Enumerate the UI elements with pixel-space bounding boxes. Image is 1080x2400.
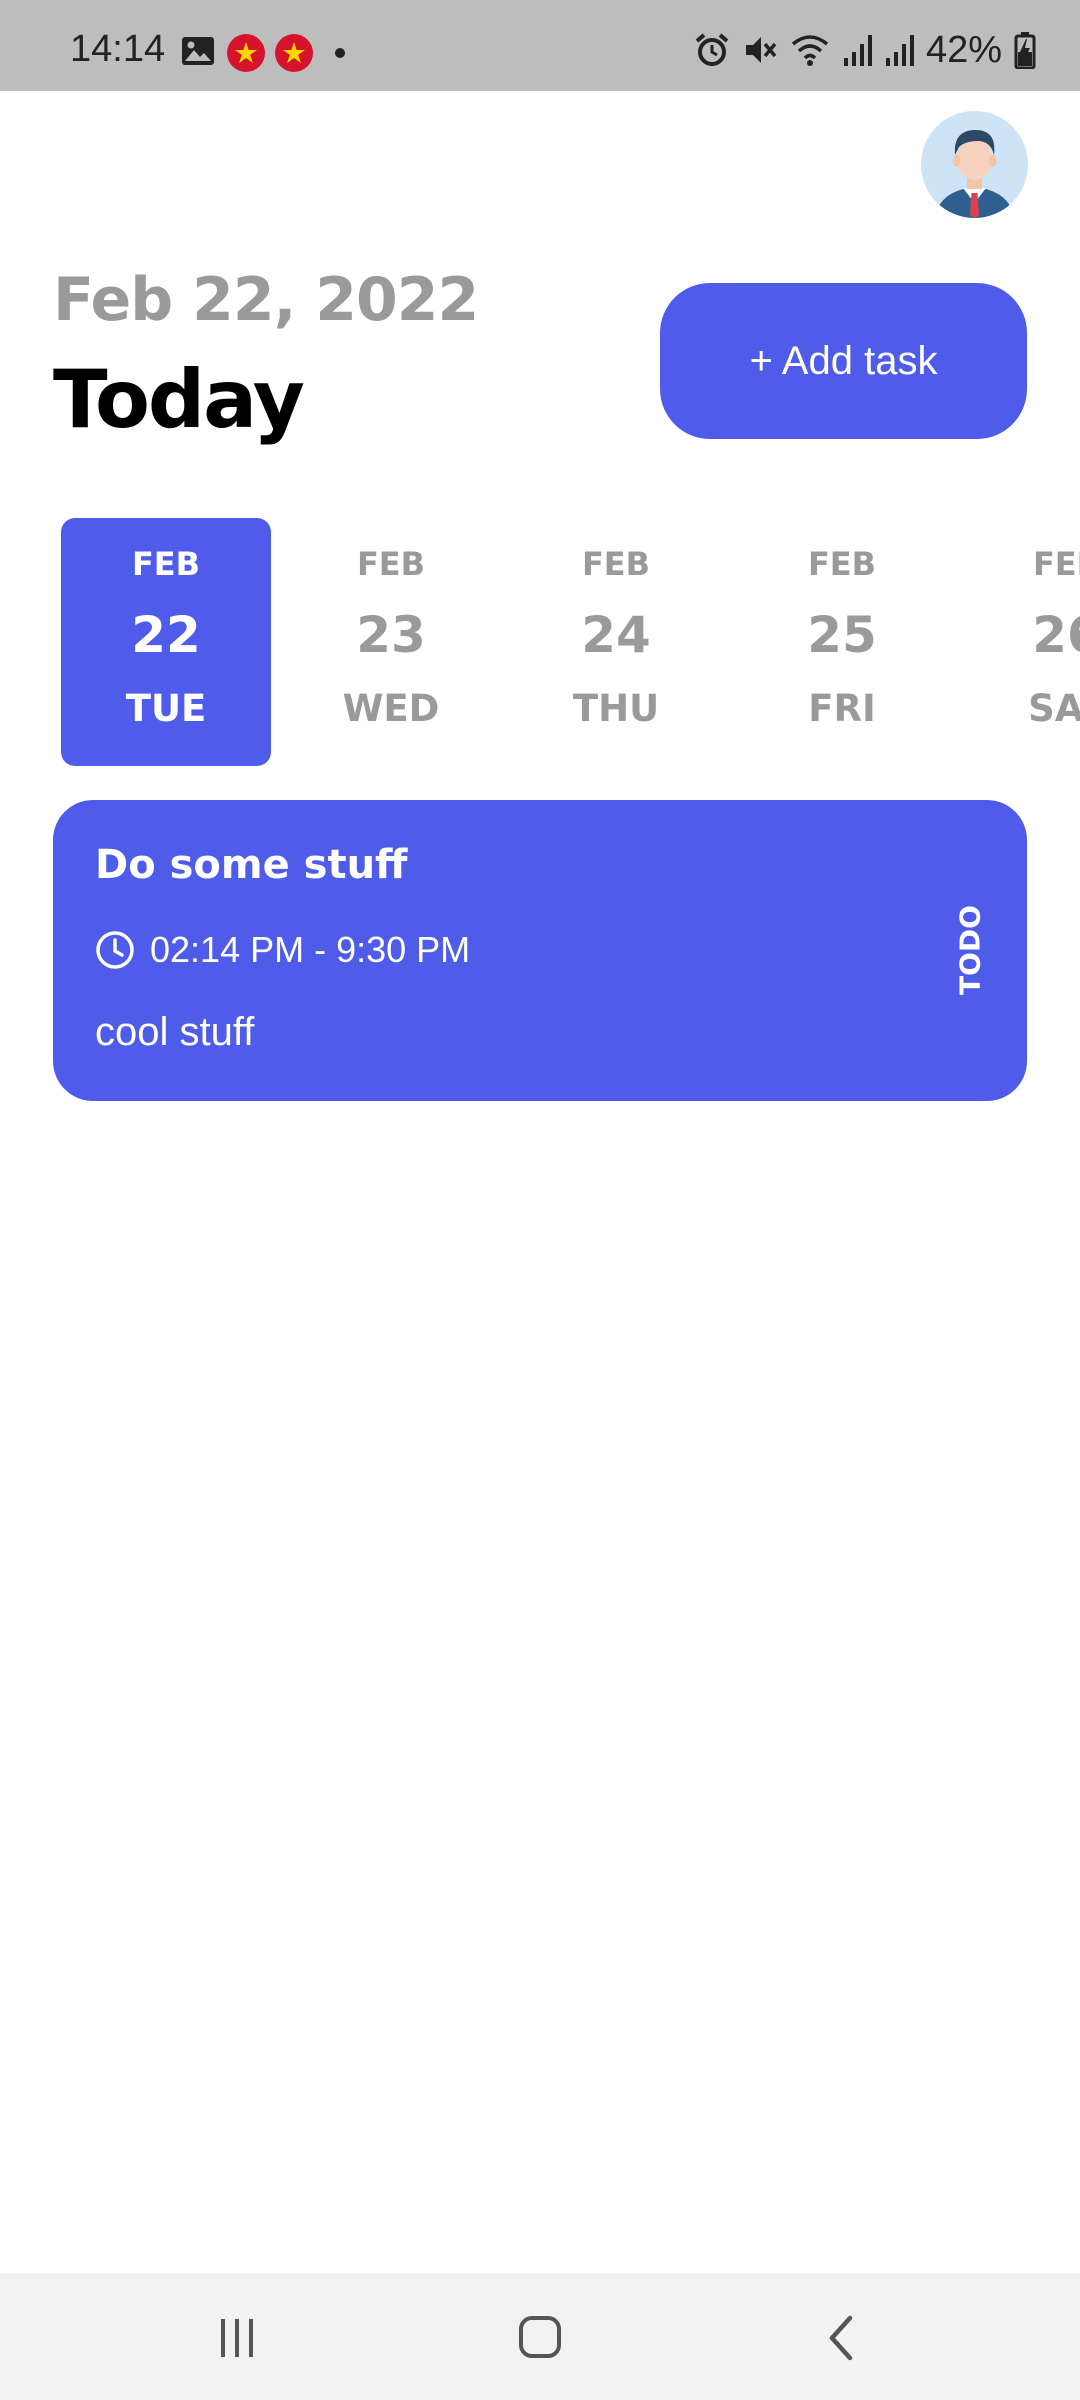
signal-icon: [885, 35, 914, 66]
date-month: FEB: [581, 545, 651, 583]
date-picker[interactable]: FEB 22 TUE FEB 23 WED FEB 24 THU FEB 25 …: [0, 518, 1080, 766]
date-item[interactable]: FEB 25 FRI: [737, 518, 947, 766]
user-avatar-icon: [921, 111, 1028, 218]
task-card[interactable]: Do some stuff 02:14 PM - 9:30 PM cool st…: [53, 800, 1027, 1101]
date-item[interactable]: FEB 23 WED: [286, 518, 496, 766]
date-month: FEB: [131, 545, 201, 583]
wifi-icon: [791, 35, 829, 66]
date-month: FEB: [1032, 545, 1080, 583]
task-status-label: TODO: [953, 905, 987, 995]
notification-dot: [335, 48, 345, 58]
date-day: 23: [356, 606, 426, 664]
status-bar: 14:14 42%: [0, 0, 1080, 91]
status-icons: 42%: [694, 30, 1036, 70]
flag-vietnam-icon: [227, 34, 265, 72]
task-note: cool stuff: [95, 1010, 255, 1054]
date-weekday: FRI: [808, 687, 876, 730]
battery-percentage: 42%: [925, 29, 1002, 71]
home-icon[interactable]: [510, 2311, 570, 2365]
alarm-icon: [695, 33, 729, 66]
add-task-button[interactable]: + Add task: [660, 283, 1027, 439]
date-day: 25: [807, 606, 877, 664]
date-weekday: SAT: [1028, 687, 1080, 730]
clock-icon: [96, 931, 134, 969]
date-weekday: THU: [572, 687, 660, 730]
system-nav-bar: [0, 2273, 1080, 2400]
page-title: Today: [53, 353, 305, 446]
task-time: 02:14 PM - 9:30 PM: [150, 929, 471, 970]
signal-icon: [843, 35, 872, 66]
battery-charging-icon: [1014, 32, 1036, 69]
date-item[interactable]: FEB 26 SAT: [962, 518, 1080, 766]
task-title: Do some stuff: [95, 842, 408, 888]
back-icon[interactable]: [812, 2311, 872, 2365]
task-time-row: 02:14 PM - 9:30 PM: [95, 930, 470, 970]
date-month: FEB: [356, 545, 426, 583]
mute-icon: [745, 37, 777, 63]
date-weekday: TUE: [125, 687, 207, 730]
status-time: 14:14: [70, 28, 166, 70]
recent-apps-icon[interactable]: [207, 2311, 267, 2365]
date-item[interactable]: FEB 24 THU: [511, 518, 721, 766]
gallery-icon: [181, 36, 215, 66]
date-day: 22: [131, 606, 201, 664]
date-weekday: WED: [342, 687, 440, 730]
date-month: FEB: [807, 545, 877, 583]
date-day: 24: [581, 606, 651, 664]
flag-vietnam-icon: [275, 34, 313, 72]
avatar[interactable]: [921, 111, 1028, 218]
moon-icon[interactable]: [52, 136, 102, 190]
date-item-selected[interactable]: FEB 22 TUE: [61, 518, 271, 766]
current-date-label: Feb 22, 2022: [53, 265, 479, 335]
date-day: 26: [1032, 606, 1080, 664]
